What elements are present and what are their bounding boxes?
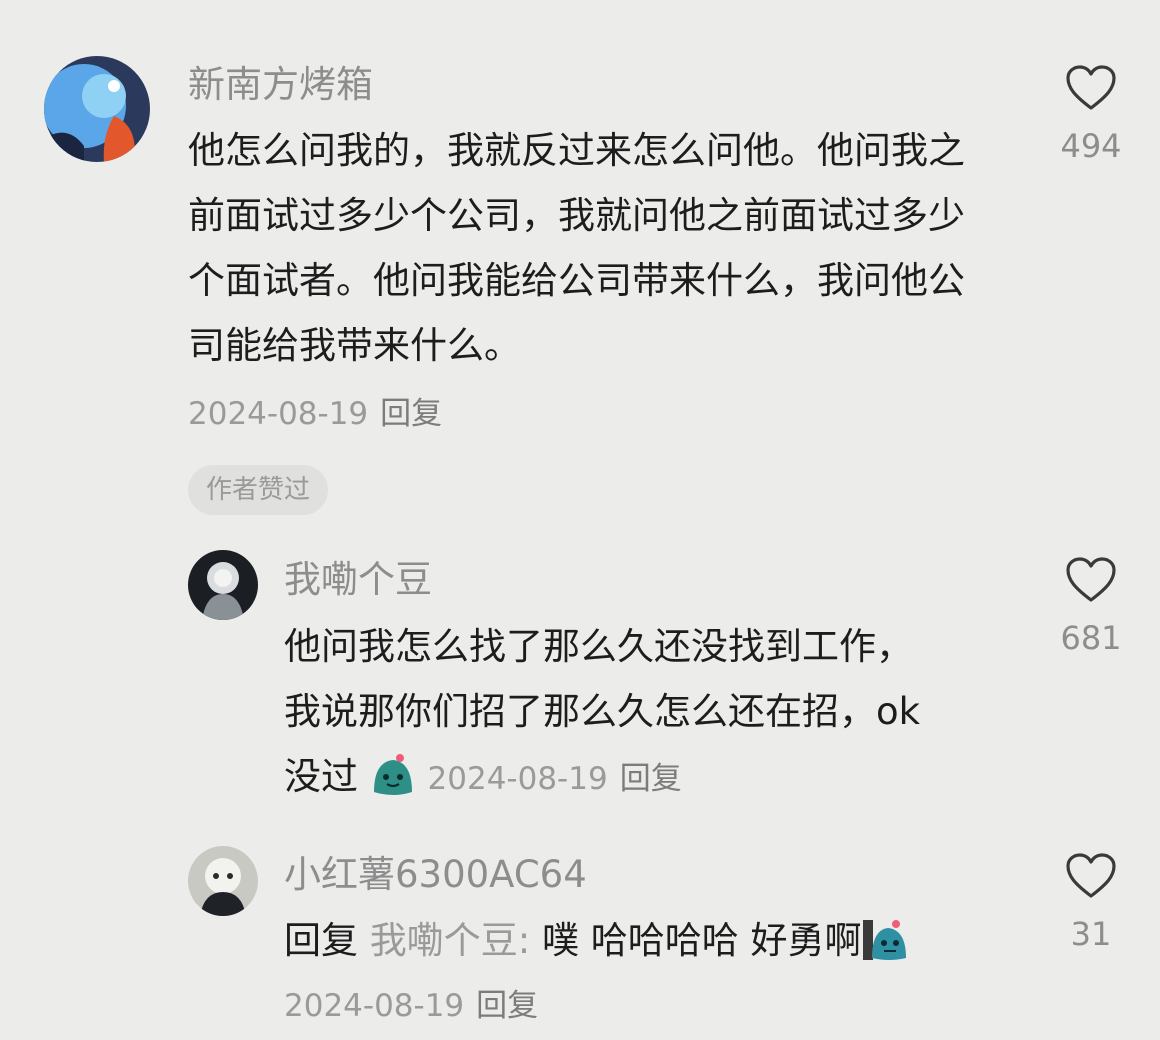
comment-meta: 2024-08-19 回复: [284, 986, 538, 1026]
comment-date: 2024-08-19: [427, 761, 608, 797]
peek-emoji-icon: [862, 916, 908, 962]
comment-thread: 新南方烤箱 他怎么问我的，我就反过来怎么问他。他问我之前面试过多少个公司，我就问…: [0, 0, 1160, 1040]
avatar[interactable]: [44, 56, 150, 162]
comment-line: 他问我怎么找了那么久还没找到工作，: [284, 625, 913, 668]
comment-text: 他问我怎么找了那么久还没找到工作， 我说那你们招了那么久怎么还在招，ok 没过 …: [284, 614, 1024, 809]
username[interactable]: 新南方烤箱: [188, 62, 373, 108]
comment-text: 回复 我嘞个豆: 噗 哈哈哈哈 好勇啊: [284, 908, 1024, 973]
comment-line: 没过: [284, 755, 358, 798]
heart-outline-icon: [1066, 557, 1116, 602]
username[interactable]: 我嘞个豆: [284, 557, 432, 603]
comment-date: 2024-08-19: [188, 396, 369, 432]
comment-line: 我说那你们招了那么久怎么还在招，ok: [284, 690, 921, 733]
heart-outline-icon: [1066, 65, 1116, 110]
comment-body: 噗 哈哈哈哈 好勇啊: [542, 919, 862, 962]
author-liked-badge: 作者赞过: [188, 465, 329, 515]
like-button[interactable]: 681: [1048, 556, 1134, 658]
like-button[interactable]: 31: [1048, 852, 1134, 954]
reply-button[interactable]: 回复: [620, 761, 682, 797]
like-count: 31: [1070, 915, 1112, 953]
like-count: 494: [1060, 127, 1122, 165]
comment-meta: 2024-08-19 回复: [428, 761, 682, 797]
reply-target-username[interactable]: 我嘞个豆:: [370, 919, 530, 962]
comment-text: 他怎么问我的，我就反过来怎么问他。他问我之前面试过多少个公司，我就问他之前面试过…: [188, 129, 965, 367]
avatar[interactable]: [188, 550, 258, 620]
reply-button[interactable]: 回复: [476, 988, 538, 1024]
heart-outline-icon: [1066, 853, 1116, 898]
avatar[interactable]: [188, 846, 258, 916]
like-count: 681: [1060, 619, 1122, 657]
comment-line-last: 没过 2024-08-19 回复: [284, 744, 1024, 809]
like-button[interactable]: 494: [1048, 64, 1134, 166]
comment-date: 2024-08-19: [284, 988, 465, 1024]
reply-button[interactable]: 回复: [380, 396, 442, 432]
comment-meta: 2024-08-19 回复: [188, 394, 442, 434]
username[interactable]: 小红薯6300AC64: [284, 852, 587, 898]
smile-emoji-icon: [370, 752, 416, 798]
reply-prefix: 回复: [284, 919, 358, 962]
